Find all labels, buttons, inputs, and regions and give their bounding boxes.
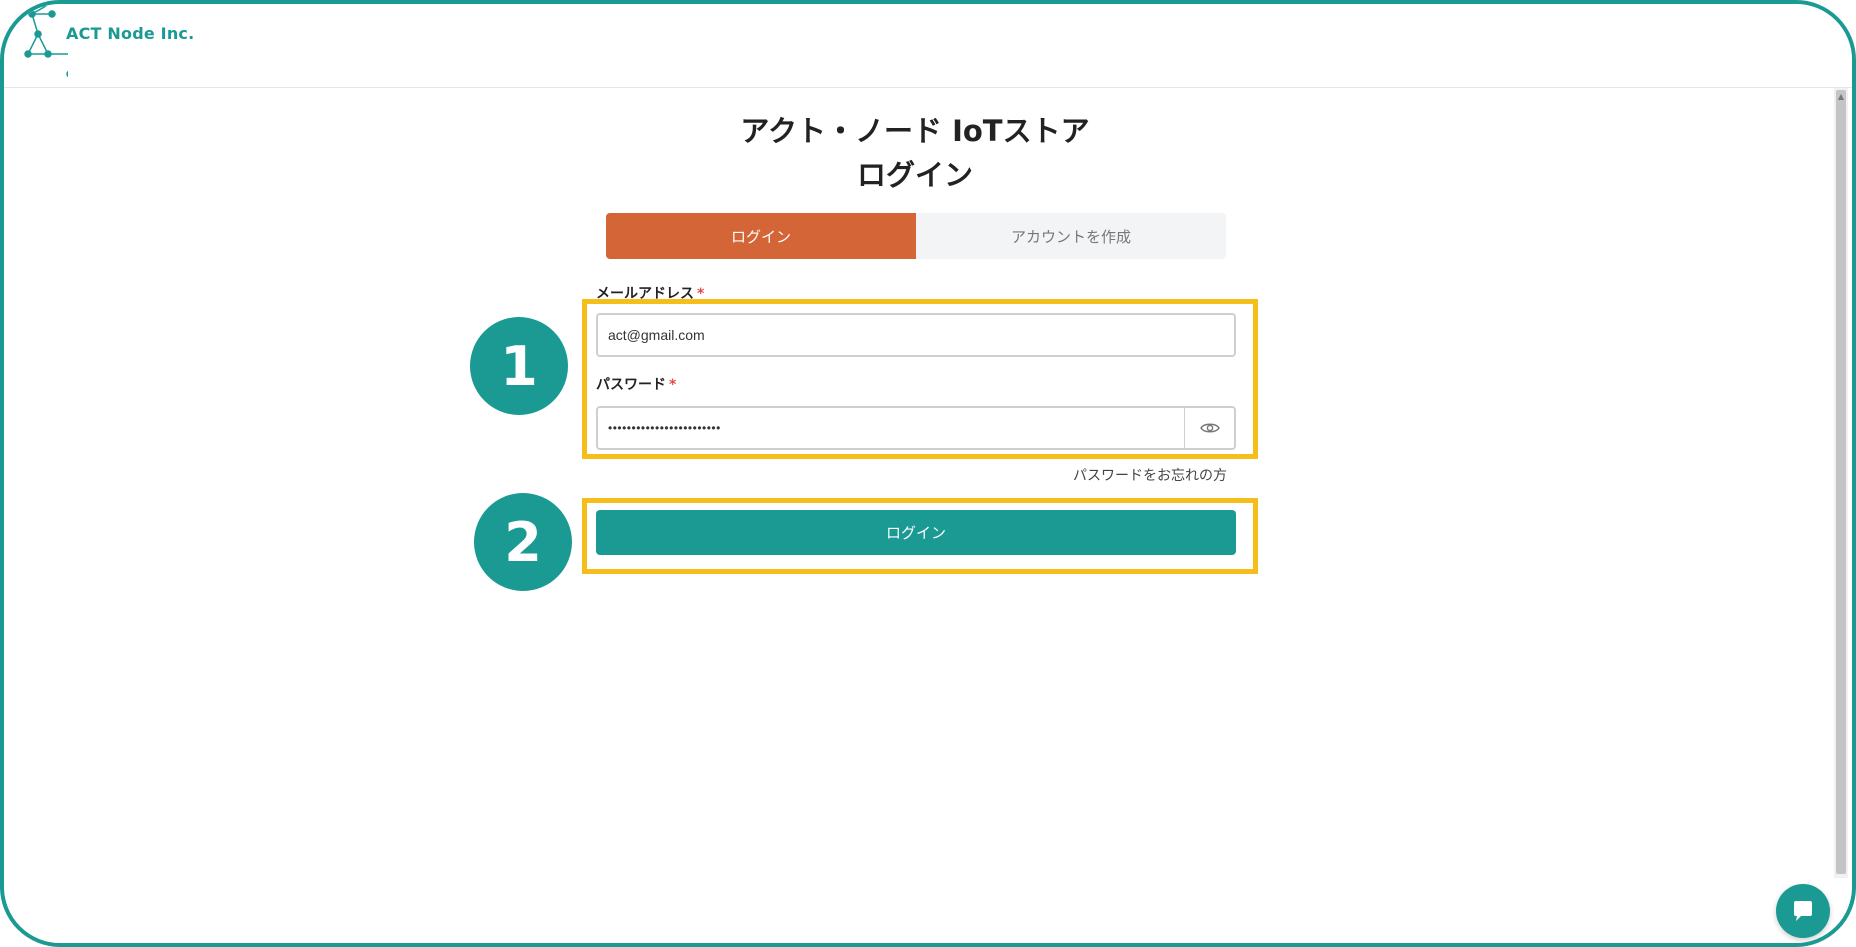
chat-bubble-icon [1794,901,1812,921]
step-marker-2: 2 [474,493,572,591]
scroll-up-arrow-icon[interactable]: ▲ [1838,92,1844,101]
page-subtitle: ログイン [856,158,973,192]
step-marker-1: 1 [470,317,568,415]
logo-text: ACT Node Inc. [66,24,195,43]
company-logo[interactable]: ACT Node Inc. [18,4,194,84]
password-label-text: パスワード [596,377,666,393]
login-button[interactable]: ログイン [596,510,1236,555]
email-label: メールアドレス * [596,283,704,303]
site-header: ACT Node Inc. [4,4,1852,88]
forgot-password-link[interactable]: パスワードをお忘れの方 [1073,465,1227,485]
tab-create-account[interactable]: アカウントを作成 [916,213,1226,259]
network-nodes-icon [24,5,68,78]
tab-login[interactable]: ログイン [606,213,916,259]
password-label: パスワード * [596,374,676,394]
auth-tabs: ログイン アカウントを作成 [606,213,1226,259]
required-mark: * [669,377,677,393]
chat-button[interactable] [1776,884,1830,938]
required-mark: * [697,286,705,302]
scrollbar-thumb[interactable] [1836,90,1846,874]
show-password-button[interactable] [1184,406,1236,450]
eye-icon [1199,423,1220,433]
password-value: •••••••••••••••••••••••• [608,421,721,435]
password-field[interactable]: •••••••••••••••••••••••• [596,406,1186,450]
page-title: アクト・ノード IoTストア [740,114,1090,148]
app-window: ACT Node Inc. ▲ アクト・ノード IoTストア ログイン ログイン… [0,0,1856,947]
email-label-text: メールアドレス [596,286,694,302]
email-field[interactable]: act@gmail.com [596,313,1236,357]
scrollbar[interactable] [1834,88,1848,878]
email-value: act@gmail.com [608,327,705,343]
